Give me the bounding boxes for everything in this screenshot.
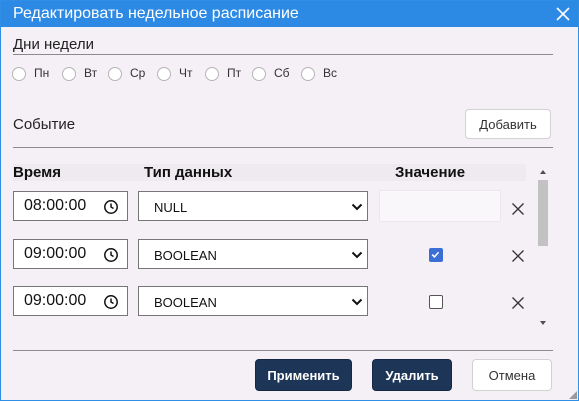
delete-row-icon[interactable] bbox=[511, 249, 525, 263]
time-input[interactable]: 09:00:00 bbox=[13, 239, 128, 269]
value-field-empty bbox=[379, 190, 501, 222]
add-event-button[interactable]: Добавить bbox=[465, 109, 551, 139]
radio-label: Вс bbox=[323, 66, 338, 80]
column-header-type: Тип данных bbox=[144, 164, 233, 181]
event-divider bbox=[13, 147, 553, 148]
radio-circle[interactable] bbox=[62, 67, 76, 81]
scrollbar-thumb[interactable] bbox=[538, 180, 548, 246]
radio-circle[interactable] bbox=[12, 67, 26, 81]
footer-divider bbox=[13, 350, 553, 351]
data-type-value: NULL bbox=[154, 200, 188, 215]
radio-circle[interactable] bbox=[252, 67, 266, 81]
value-checkbox[interactable] bbox=[429, 248, 443, 262]
radio-label: Сб bbox=[274, 66, 290, 80]
checkmark-icon bbox=[431, 251, 440, 259]
column-header-value: Значение bbox=[395, 164, 466, 181]
time-input[interactable]: 09:00:00 bbox=[13, 286, 128, 316]
clock-icon[interactable] bbox=[103, 247, 119, 263]
weekdays-label: Дни недели bbox=[13, 36, 95, 53]
radio-circle[interactable] bbox=[205, 67, 219, 81]
data-type-value: BOOLEAN bbox=[154, 248, 217, 263]
chevron-down-icon bbox=[351, 298, 363, 306]
chevron-down-icon bbox=[351, 251, 363, 259]
event-label: Событие bbox=[13, 116, 76, 133]
clock-icon[interactable] bbox=[103, 294, 119, 310]
radio-label: Ср bbox=[130, 66, 146, 80]
delete-row-icon[interactable] bbox=[511, 296, 525, 310]
title-bar: Редактировать недельное расписание bbox=[1, 1, 578, 27]
time-value: 09:00:00 bbox=[24, 292, 87, 309]
time-value: 08:00:00 bbox=[24, 197, 87, 214]
delete-row-icon[interactable] bbox=[511, 202, 525, 216]
value-checkbox[interactable] bbox=[429, 295, 443, 309]
radio-label: Пт bbox=[227, 66, 242, 80]
resize-grip-icon[interactable] bbox=[569, 391, 577, 399]
radio-circle[interactable] bbox=[157, 67, 171, 81]
data-type-select[interactable]: BOOLEAN bbox=[138, 239, 368, 269]
data-type-select[interactable]: BOOLEAN bbox=[138, 286, 368, 316]
close-icon[interactable] bbox=[555, 6, 571, 22]
apply-button[interactable]: Применить bbox=[255, 359, 352, 391]
weekdays-divider bbox=[13, 54, 553, 55]
dialog-title: Редактировать недельное расписание bbox=[13, 5, 299, 22]
delete-button[interactable]: Удалить bbox=[372, 359, 452, 391]
time-input[interactable]: 08:00:00 bbox=[13, 191, 128, 221]
radio-label: Вт bbox=[84, 66, 98, 80]
column-header-time: Время bbox=[13, 164, 61, 181]
table-scrollbar[interactable] bbox=[537, 164, 549, 330]
time-value: 09:00:00 bbox=[24, 245, 87, 262]
radio-circle[interactable] bbox=[301, 67, 315, 81]
scroll-up-arrow-icon[interactable] bbox=[539, 168, 547, 176]
radio-label: Чт bbox=[179, 66, 193, 80]
clock-icon[interactable] bbox=[103, 199, 119, 215]
scroll-down-arrow-icon[interactable] bbox=[539, 319, 547, 327]
data-type-select[interactable]: NULL bbox=[138, 191, 368, 221]
data-type-value: BOOLEAN bbox=[154, 295, 217, 310]
chevron-down-icon bbox=[351, 203, 363, 211]
edit-weekly-schedule-dialog: Редактировать недельное расписание Дни н… bbox=[0, 0, 579, 401]
cancel-button[interactable]: Отмена bbox=[472, 359, 552, 391]
radio-circle[interactable] bbox=[108, 67, 122, 81]
radio-label: Пн bbox=[34, 66, 50, 80]
